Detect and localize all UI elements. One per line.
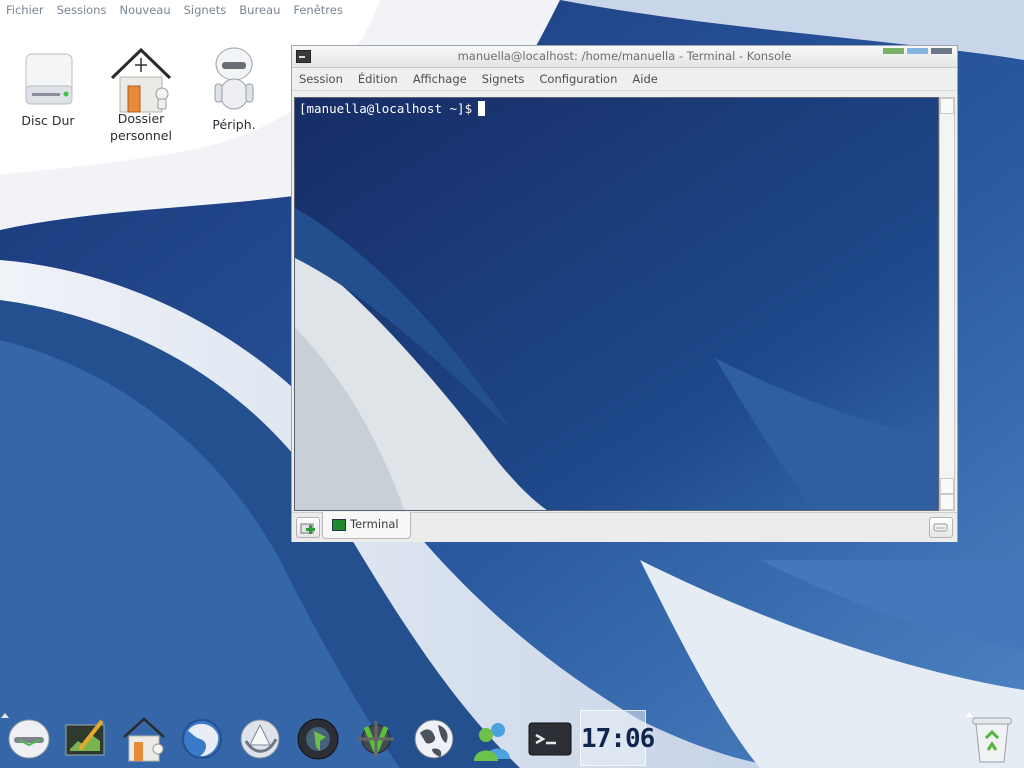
desktop-icon-devices[interactable]: Périph. (189, 44, 279, 133)
terminal-scrollbar[interactable] (939, 97, 955, 511)
home-folder-icon (110, 47, 172, 113)
menu-session[interactable]: Session (292, 68, 351, 90)
web-browser-icon[interactable] (236, 715, 284, 763)
shell-prompt: [manuella@localhost ~]$ (299, 101, 486, 116)
window-titlebar[interactable]: manuella@localhost: /home/manuella - Ter… (292, 46, 957, 68)
menu-aide[interactable]: Aide (625, 68, 665, 90)
editor-icon[interactable] (62, 715, 110, 763)
minimize-button[interactable] (883, 48, 904, 54)
menu-nouveau[interactable]: Nouveau (113, 0, 177, 20)
devices-label: Périph. (212, 117, 256, 132)
close-tab-button[interactable] (929, 517, 953, 538)
menu-affichage[interactable]: Affichage (406, 68, 475, 90)
desktop-icon-disc[interactable]: Disc Dur (3, 48, 93, 129)
scrollbar-thumb[interactable] (940, 98, 954, 114)
text-cursor (478, 101, 486, 116)
close-tab-icon (933, 523, 948, 532)
new-tab-button[interactable] (296, 517, 320, 538)
terminal-icon[interactable] (526, 715, 574, 763)
konsole-window: manuella@localhost: /home/manuella - Ter… (291, 45, 958, 542)
messenger-icon[interactable] (468, 715, 516, 763)
scroll-down-button[interactable] (940, 494, 954, 510)
panel-arrow-right-icon[interactable] (964, 709, 974, 719)
menu-configuration[interactable]: Configuration (532, 68, 625, 90)
konsole-tabbar: Terminal (292, 512, 957, 542)
kde-menu-icon[interactable] (5, 715, 53, 763)
clock-widget[interactable]: 17:06 (580, 710, 655, 766)
desktop-icon-home[interactable]: Dossier personnel (96, 44, 186, 144)
desktop-menubar: Fichier Sessions Nouveau Signets Bureau … (0, 0, 350, 20)
home-label-2: personnel (110, 128, 172, 143)
prompt-text: [manuella@localhost ~]$ (299, 101, 473, 116)
menu-bureau[interactable]: Bureau (233, 0, 287, 20)
menu-signets[interactable]: Signets (475, 68, 533, 90)
menu-signets[interactable]: Signets (178, 0, 234, 20)
window-title: manuella@localhost: /home/manuella - Ter… (457, 49, 792, 63)
panel-arrow-left-icon[interactable] (0, 710, 10, 720)
terminal-background (295, 98, 938, 510)
tab-terminal[interactable]: Terminal (322, 512, 411, 539)
menu-sessions[interactable]: Sessions (51, 0, 114, 20)
konsole-menubar: Session Édition Affichage Signets Config… (292, 68, 957, 91)
home-label-1: Dossier (117, 111, 165, 126)
menu-edition[interactable]: Édition (351, 68, 406, 90)
robot-devices-icon (214, 47, 254, 110)
disc-label: Disc Dur (21, 113, 75, 128)
globe-icon[interactable] (410, 715, 458, 763)
tab-label: Terminal (350, 517, 399, 531)
clock-time: 17:06 (581, 724, 655, 754)
media-player-icon[interactable] (294, 715, 342, 763)
config-tool-icon[interactable] (352, 715, 400, 763)
terminal-tab-icon (332, 519, 346, 531)
scroll-up-button[interactable] (940, 478, 954, 494)
terminal-area[interactable]: [manuella@localhost ~]$ (294, 97, 939, 511)
add-tab-icon (300, 523, 315, 534)
menu-fichier[interactable]: Fichier (0, 0, 51, 20)
firefox-icon[interactable] (178, 715, 226, 763)
hard-disk-icon (25, 53, 73, 105)
home-folder-icon[interactable] (120, 715, 168, 763)
close-button[interactable] (931, 48, 952, 54)
menu-fenetres[interactable]: Fenêtres (287, 0, 349, 20)
maximize-button[interactable] (907, 48, 928, 54)
